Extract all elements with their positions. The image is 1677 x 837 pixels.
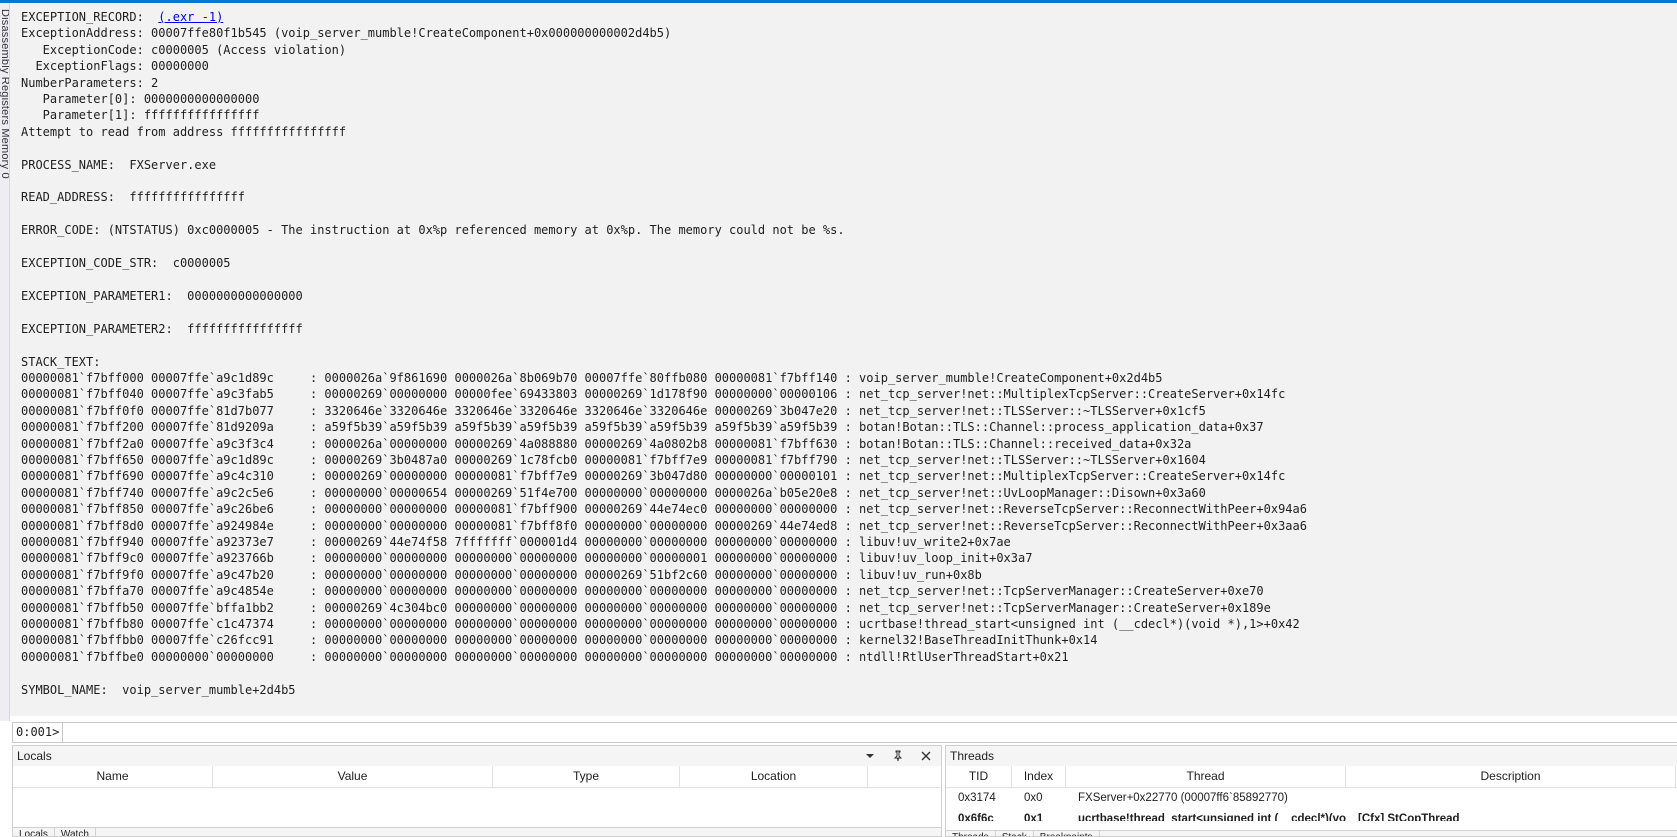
locals-col-type[interactable]: Type [493, 766, 680, 787]
locals-pane-title: Locals [17, 749, 52, 763]
tab-stack[interactable]: Stack [996, 831, 1034, 836]
thread-name: ucrtbase!thread_start<unsigned int (__cd… [1078, 813, 1346, 821]
exception-details: ExceptionAddress: 00007ffe80f1b545 (voip… [21, 26, 845, 368]
thread-description: [Cfx] StCopThread [1358, 813, 1460, 821]
output-line: Parameter[1]: ffffffffffffffff [21, 108, 260, 123]
stack-frame-line: 00000081`f7bffbe0 00000000`00000000 : 00… [21, 649, 1069, 664]
stack-frame-line: 00000081`f7bff940 00007ffe`a92373e7 : 00… [21, 535, 1011, 549]
stack-frame-line: 00000081`f7bff0f0 00007ffe`81d7b077 : 33… [21, 403, 1206, 418]
command-prompt: 0:001> [13, 723, 64, 742]
pin-icon[interactable] [891, 749, 905, 763]
side-tab-strip[interactable]: Disassembly Registers Memory 0 [0, 3, 10, 721]
stack-frame-line: 00000081`f7bff9c0 00007ffe`a923766b : 00… [21, 551, 1033, 566]
thread-index: 0x1 [1024, 813, 1044, 821]
stack-frame-line: 00000081`f7bff9f0 00007ffe`a9c47b20 : 00… [21, 567, 982, 582]
output-line: PROCESS_NAME: FXServer.exe [21, 157, 217, 172]
stack-frame-line: 00000081`f7bffbb0 00007ffe`c26fcc91 : 00… [21, 633, 1098, 648]
threads-col-description[interactable]: Description [1346, 766, 1676, 787]
threads-tab-strip: Threads Stack Breakpoints [946, 830, 1677, 836]
thread-index: 0x0 [1024, 792, 1043, 804]
stack-frame-line: 00000081`f7bff740 00007ffe`a9c2c5e6 : 00… [21, 485, 1206, 500]
stack-frame-line: 00000081`f7bff8d0 00007ffe`a924984e : 00… [21, 518, 1307, 533]
locals-col-name[interactable]: Name [13, 766, 213, 787]
exr-label: EXCEPTION_RECORD: [21, 10, 159, 24]
tab-breakpoints[interactable]: Breakpoints [1034, 831, 1100, 836]
side-tab-labels[interactable]: Disassembly Registers Memory 0 [0, 9, 9, 179]
locals-pane-header: Locals [13, 746, 941, 766]
threads-column-headers: TID Index Thread Description [946, 766, 1677, 788]
stack-frame-line: 00000081`f7bff650 00007ffe`a9c1d89c : 00… [21, 452, 1206, 467]
stack-frame-line: 00000081`f7bffb80 00007ffe`c1c47374 : 00… [21, 617, 1300, 632]
output-line: EXCEPTION_CODE_STR: c0000005 [21, 256, 231, 271]
output-line: ExceptionFlags: 00000000 [21, 59, 209, 74]
exr-link[interactable]: (.exr -1) [158, 10, 223, 24]
tab-threads[interactable]: Threads [946, 831, 996, 836]
command-output-text: EXCEPTION_RECORD: (.exr -1) ExceptionAdd… [10, 4, 1677, 698]
output-line: EXCEPTION_PARAMETER2: ffffffffffffffff [21, 321, 303, 336]
locals-pane: Locals Name Value Type Location Locals W… [12, 745, 942, 837]
command-output-panel[interactable]: EXCEPTION_RECORD: (.exr -1) ExceptionAdd… [10, 4, 1677, 716]
command-line: 0:001> [12, 722, 1677, 743]
thread-tid: 0x3174 [958, 792, 996, 804]
output-line: ExceptionCode: c0000005 (Access violatio… [21, 42, 347, 57]
stack-frame-line: 00000081`f7bff690 00007ffe`a9c4c310 : 00… [21, 469, 1286, 484]
stack-trace: 00000081`f7bff000 00007ffe`a9c1d89c : 00… [21, 371, 1307, 664]
threads-col-tid[interactable]: TID [946, 766, 1012, 787]
output-line: EXCEPTION_PARAMETER1: 0000000000000000 [21, 288, 303, 303]
symbol-name-line: SYMBOL_NAME: voip_server_mumble+2d4b5 [21, 682, 296, 697]
output-line: Attempt to read from address fffffffffff… [21, 124, 347, 139]
output-line: Parameter[0]: 0000000000000000 [21, 92, 260, 107]
stack-frame-line: 00000081`f7bff850 00007ffe`a9c26be6 : 00… [21, 502, 1307, 517]
stack-frame-line: 00000081`f7bff200 00007ffe`81d9209a : a5… [21, 420, 1264, 435]
thread-name: FXServer+0x22770 (00007ff6`85892770) [1078, 792, 1288, 804]
thread-tid: 0x6f6c [958, 813, 994, 821]
stack-frame-line: 00000081`f7bffa70 00007ffe`a9c4854e : 00… [21, 584, 1264, 599]
threads-pane: Threads TID Index Thread Description 0x3… [945, 745, 1677, 837]
output-line: NumberParameters: 2 [21, 75, 159, 90]
thread-description [1346, 788, 1676, 809]
locals-column-headers: Name Value Type Location [13, 766, 941, 788]
threads-col-thread[interactable]: Thread [1066, 766, 1346, 787]
output-line: ExceptionAddress: 00007ffe80f1b545 (voip… [21, 26, 672, 41]
window-top-accent-bar [0, 0, 1677, 3]
threads-pane-title: Threads [950, 749, 995, 763]
threads-pane-header: Threads [946, 746, 1677, 766]
stack-frame-line: 00000081`f7bff000 00007ffe`a9c1d89c : 00… [21, 370, 1163, 385]
threads-col-index[interactable]: Index [1012, 766, 1066, 787]
command-input[interactable] [63, 723, 1677, 742]
output-line: ERROR_CODE: (NTSTATUS) 0xc0000005 - The … [21, 223, 845, 238]
thread-row[interactable]: 0x3174 0x0 FXServer+0x22770 (00007ff6`85… [946, 788, 1677, 809]
stack-frame-line: 00000081`f7bff040 00007ffe`a9c3fab5 : 00… [21, 387, 1286, 402]
locals-col-location[interactable]: Location [680, 766, 868, 787]
stack-frame-line: 00000081`f7bffb50 00007ffe`bffa1bb2 : 00… [21, 600, 1271, 615]
locals-col-value[interactable]: Value [213, 766, 493, 787]
dropdown-arrow-icon[interactable] [863, 749, 877, 763]
stack-frame-line: 00000081`f7bff2a0 00007ffe`a9c3f3c4 : 00… [21, 436, 1192, 451]
thread-row[interactable]: 0x6f6c 0x1 ucrtbase!thread_start<unsigne… [946, 809, 1677, 821]
output-line: STACK_TEXT: [21, 354, 101, 369]
output-line: READ_ADDRESS: ffffffffffffffff [21, 190, 245, 205]
close-icon[interactable] [919, 749, 933, 763]
